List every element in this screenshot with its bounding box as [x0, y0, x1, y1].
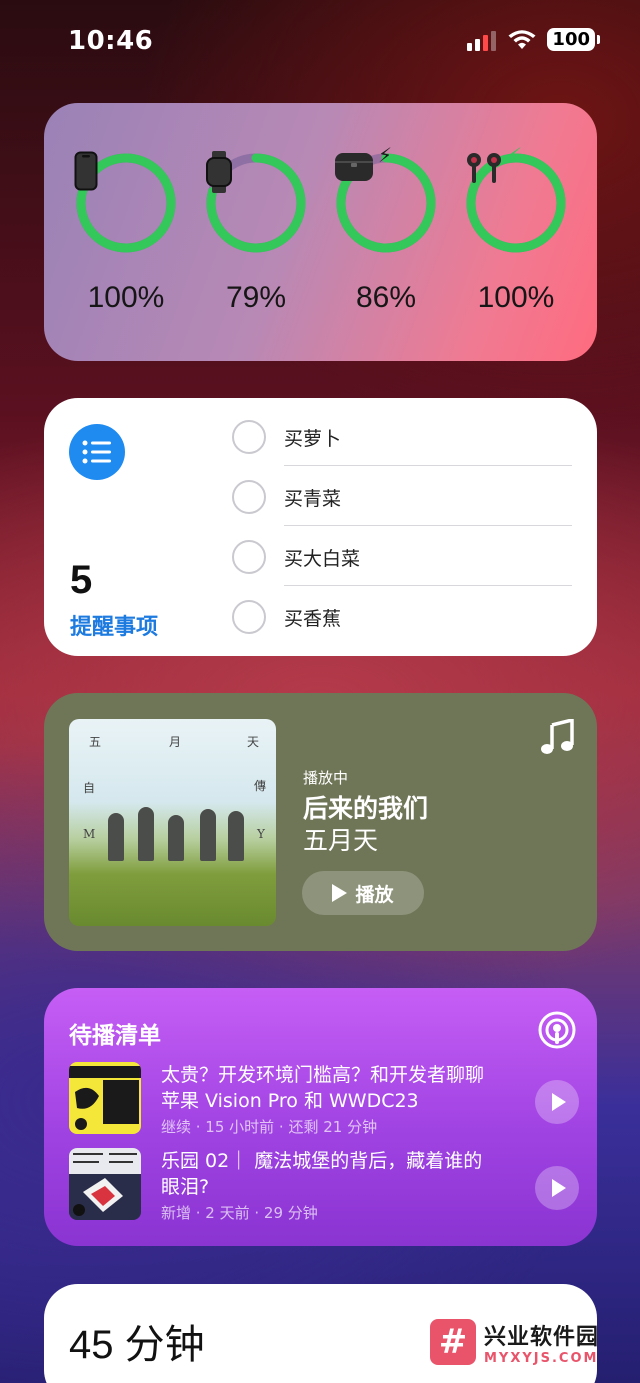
- reminder-item[interactable]: 买大白菜: [232, 538, 572, 598]
- airpods-case-icon: [335, 153, 373, 181]
- iphone-icon: [74, 151, 98, 191]
- status-bar: 10:46 100: [0, 0, 640, 84]
- reminders-list: 买萝卜 买青菜 买大白菜 买香蕉: [232, 418, 572, 656]
- album-band-figures: [104, 801, 244, 861]
- podcasts-title: 待播清单: [69, 1023, 161, 1049]
- album-letter: 自: [83, 781, 96, 795]
- reminder-item[interactable]: 买青菜: [232, 478, 572, 538]
- episode-meta: 继续 · 15 小时前 · 还剩 21 分钟: [161, 1118, 378, 1136]
- music-song-title: 后来的我们: [303, 794, 429, 823]
- site-watermark: # 兴业软件园 MYXYJS.COM: [430, 1313, 630, 1371]
- album-letter: M: [83, 827, 96, 841]
- podcast-episode[interactable]: 乐园 02｜ 魔法城堡的背后，藏着谁的眼泪? 新增 · 2 天前 · 29 分钟: [69, 1148, 579, 1224]
- episode-play-button[interactable]: [535, 1166, 579, 1210]
- reminders-list-icon: [69, 424, 125, 480]
- reminders-widget[interactable]: 5 提醒事项 买萝卜 买青菜 买大白菜 买香蕉: [44, 398, 597, 656]
- episode-meta: 新增 · 2 天前 · 29 分钟: [161, 1204, 318, 1222]
- album-letter: 天: [247, 735, 260, 749]
- reminder-item[interactable]: 买萝卜: [232, 418, 572, 478]
- battery-percent: 100%: [477, 281, 555, 314]
- screen-time-value: 45 分钟: [69, 1323, 205, 1367]
- album-letter: 五: [89, 735, 102, 749]
- play-label: 播放: [355, 883, 394, 906]
- podcasts-widget[interactable]: 待播清单 太贵？开发环境门槛高？和开发者聊聊苹果 Vision Pro 和 WW…: [44, 988, 597, 1246]
- battery-level: 100: [547, 28, 595, 51]
- battery-percent: 100%: [87, 281, 165, 314]
- episode-artwork: [69, 1148, 141, 1220]
- apple-watch-icon: [206, 151, 232, 193]
- play-icon: [552, 1093, 566, 1111]
- music-status: 播放中: [303, 769, 349, 787]
- music-widget[interactable]: 五 月 天 自 傳 M Y 播放中 后来的我们 五月天 播放: [44, 693, 597, 951]
- status-icons: 100: [467, 28, 600, 51]
- reminder-checkbox[interactable]: [232, 600, 266, 634]
- music-artist: 五月天: [303, 826, 379, 855]
- battery-indicator: 100: [547, 28, 600, 51]
- album-letter: Y: [257, 827, 265, 841]
- battery-device-airpods-case: ⚡ 86%: [334, 143, 438, 315]
- watermark-name: 兴业软件园: [484, 1324, 600, 1350]
- watermark-url: MYXYJS.COM: [484, 1350, 599, 1366]
- episode-title: 乐园 02｜ 魔法城堡的背后，藏着谁的眼泪?: [161, 1150, 483, 1198]
- podcasts-icon: [538, 1011, 576, 1049]
- reminder-checkbox[interactable]: [232, 480, 266, 514]
- play-button[interactable]: 播放: [302, 871, 424, 915]
- battery-percent: 86%: [355, 281, 417, 314]
- battery-percent: 79%: [225, 281, 287, 314]
- album-letter: 月: [169, 735, 182, 749]
- reminder-item[interactable]: 买香蕉: [232, 598, 572, 656]
- album-letter: 傳: [254, 779, 267, 793]
- status-time: 10:46: [68, 26, 154, 56]
- watermark-logo: #: [430, 1319, 476, 1365]
- batteries-widget[interactable]: 100% 79% ⚡ 86% ⚡ 100%: [44, 103, 597, 361]
- reminder-checkbox[interactable]: [232, 420, 266, 454]
- play-icon: [552, 1179, 566, 1197]
- battery-device-watch: 79%: [204, 151, 308, 315]
- airpods-icon: [467, 153, 501, 183]
- wifi-icon: [508, 29, 536, 49]
- reminders-count: 5: [70, 558, 93, 602]
- reminder-text: 买大白菜: [284, 548, 361, 570]
- reminder-text: 买青菜: [284, 488, 342, 510]
- episode-artwork: [69, 1062, 141, 1134]
- cellular-signal-icon: [467, 29, 497, 51]
- music-note-icon: [541, 719, 574, 754]
- reminder-checkbox[interactable]: [232, 540, 266, 574]
- play-icon: [332, 884, 348, 902]
- album-artwork[interactable]: 五 月 天 自 傳 M Y: [69, 719, 276, 926]
- episode-play-button[interactable]: [535, 1080, 579, 1124]
- battery-device-airpods: ⚡ 100%: [464, 143, 568, 315]
- reminders-title: 提醒事项: [70, 615, 159, 640]
- reminder-text: 买萝卜: [284, 428, 342, 450]
- podcast-episode[interactable]: 太贵？开发环境门槛高？和开发者聊聊苹果 Vision Pro 和 WWDC23 …: [69, 1062, 579, 1138]
- episode-title: 太贵？开发环境门槛高？和开发者聊聊苹果 Vision Pro 和 WWDC23: [161, 1064, 485, 1112]
- reminder-text: 买香蕉: [284, 608, 342, 630]
- battery-device-iphone: 100%: [74, 151, 178, 315]
